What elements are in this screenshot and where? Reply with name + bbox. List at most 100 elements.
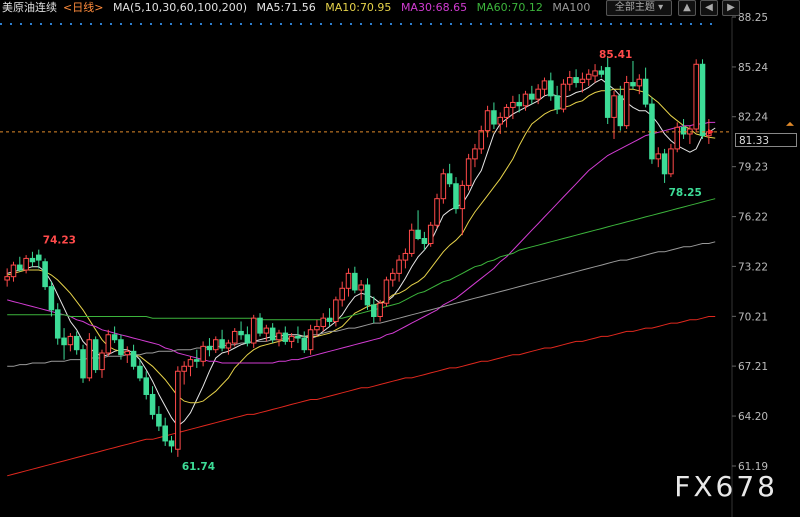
- candle-body: [269, 327, 276, 341]
- left-arrow-icon: ◀: [705, 2, 713, 13]
- left-arrow-button[interactable]: ◀: [700, 0, 718, 16]
- theme-label: 全部主题: [614, 2, 655, 13]
- candle-body: [484, 110, 491, 132]
- candle-body: [661, 153, 668, 175]
- candle-body: [642, 78, 649, 105]
- candle-body: [604, 67, 611, 118]
- ma5-line: [7, 78, 716, 427]
- ma-params[interactable]: MA(5,10,30,60,100,200): [113, 1, 247, 14]
- candle-body: [23, 257, 29, 271]
- candle-body: [42, 261, 48, 288]
- candle-body: [377, 302, 383, 317]
- candle-body: [655, 153, 662, 160]
- candle-body: [585, 73, 592, 80]
- candle-body: [573, 77, 579, 84]
- ma100-line: [7, 241, 716, 367]
- y-tick-label: 76.22: [738, 212, 768, 224]
- candle-body: [181, 365, 187, 372]
- candle-body: [225, 342, 232, 349]
- candle-body: [440, 173, 447, 200]
- candle-body: [408, 229, 415, 254]
- candle-body: [434, 198, 440, 226]
- candle-body: [358, 284, 364, 291]
- candle-body: [541, 80, 548, 90]
- candle-body: [320, 317, 327, 327]
- candle-body: [535, 88, 541, 100]
- candle-body: [491, 110, 497, 125]
- candle-body: [674, 126, 681, 150]
- candle-body: [497, 116, 504, 125]
- up-arrow-button[interactable]: ▲: [678, 0, 696, 16]
- candle-body: [554, 95, 560, 110]
- y-tick-label: 79.23: [738, 162, 768, 174]
- ma60-value: MA60:70.12: [476, 1, 543, 14]
- candle-body: [295, 335, 301, 339]
- ma30-value: MA30:68.65: [400, 1, 468, 14]
- candle-body: [333, 299, 339, 322]
- high-annotation: 74.23: [43, 235, 76, 247]
- candle-body: [314, 325, 320, 331]
- candle-body: [548, 80, 554, 97]
- candle-body: [680, 126, 687, 135]
- price-chart[interactable]: 88.2585.2482.2479.2376.2273.2270.2167.21…: [0, 0, 800, 517]
- candle-body: [86, 339, 93, 379]
- low-annotation: 78.25: [669, 187, 702, 199]
- candle-body: [206, 345, 213, 351]
- right-arrow-icon: ▶: [727, 2, 735, 13]
- candle-body: [263, 327, 270, 334]
- y-tick-label: 64.20: [738, 411, 768, 423]
- candle-body: [244, 334, 251, 344]
- candle-body: [307, 329, 314, 351]
- y-tick-label: 85.24: [738, 62, 768, 74]
- candle-body: [396, 259, 402, 274]
- candle-body: [4, 276, 10, 281]
- candle-body: [301, 337, 308, 351]
- candle-body: [566, 77, 573, 85]
- candle-body: [17, 264, 23, 271]
- candle-body: [111, 334, 118, 341]
- candle-body: [130, 350, 137, 367]
- candle-body: [288, 335, 295, 342]
- candle-body: [73, 335, 80, 351]
- low-annotation: 61.74: [182, 461, 215, 473]
- candle-body: [453, 183, 459, 210]
- candle-body: [371, 304, 377, 317]
- theme-dropdown[interactable]: 全部主题 ▾: [606, 0, 672, 16]
- period-label[interactable]: <日线>: [63, 1, 103, 14]
- candle-body: [465, 158, 472, 186]
- candle-body: [92, 339, 99, 371]
- candle-body: [187, 359, 194, 367]
- y-tick-label: 82.24: [738, 112, 768, 124]
- candle-body: [194, 359, 200, 362]
- candle-body: [364, 284, 371, 306]
- right-arrow-button[interactable]: ▶: [722, 0, 740, 16]
- candle-body: [516, 101, 522, 107]
- ma5-value: MA5:71.56: [256, 1, 316, 14]
- candle-body: [383, 279, 390, 304]
- candle-body: [503, 106, 510, 118]
- candle-body: [623, 82, 630, 127]
- instrument-name: 美原油连续: [2, 1, 57, 14]
- candle-body: [510, 101, 516, 108]
- candle-body: [630, 82, 636, 87]
- candle-body: [617, 95, 624, 127]
- y-tick-label: 67.21: [738, 361, 768, 373]
- candle-body: [339, 287, 345, 301]
- candle-body: [48, 286, 55, 311]
- y-tick-label: 73.22: [738, 261, 768, 273]
- candle-body: [529, 93, 535, 100]
- last-price-flag-icon: [786, 121, 794, 126]
- ma10-value: MA10:70.95: [325, 1, 392, 14]
- candle-body: [162, 425, 168, 442]
- candle-body: [560, 83, 567, 110]
- candle-body: [29, 257, 36, 263]
- last-price-tag: 81.33: [735, 133, 797, 147]
- candle-body: [459, 184, 466, 210]
- chevron-down-icon: ▾: [658, 2, 664, 13]
- y-tick-label: 70.21: [738, 311, 768, 323]
- candle-body: [257, 317, 263, 334]
- candle-body: [276, 332, 282, 341]
- candle-body: [219, 339, 225, 349]
- watermark-logo: FX678: [674, 470, 778, 503]
- candle-body: [415, 229, 421, 240]
